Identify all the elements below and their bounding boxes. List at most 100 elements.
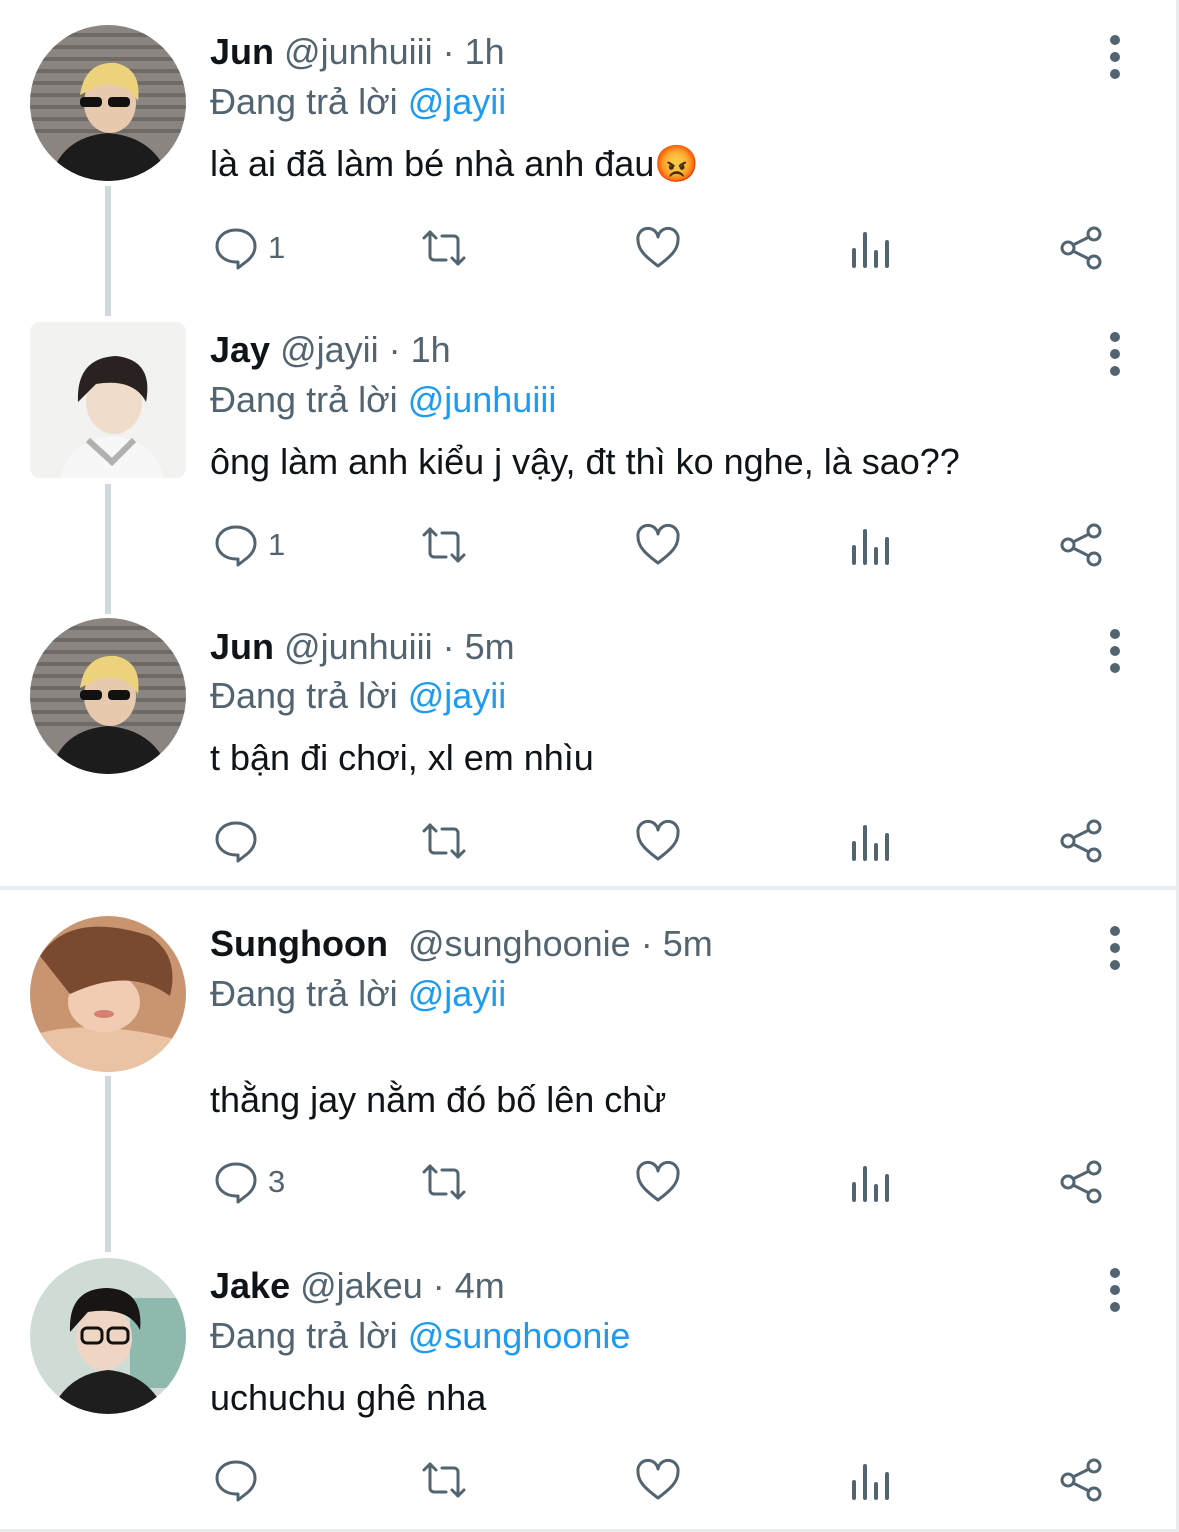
mention-link[interactable]: @jayii	[408, 973, 507, 1014]
reply-button[interactable]	[212, 1450, 268, 1510]
reply-button[interactable]: 1	[212, 218, 285, 278]
timestamp[interactable]: · 5m	[641, 923, 713, 964]
tweet-actions: 1	[0, 218, 1179, 278]
more-options-icon[interactable]	[1104, 629, 1126, 680]
retweet-button[interactable]	[420, 1152, 468, 1212]
views-icon	[852, 1166, 889, 1202]
tweet-item[interactable]: Jay @jayii · 1h Đang trả lời @junhuiii ô…	[0, 300, 1179, 598]
share-icon	[1060, 1160, 1102, 1204]
more-options-icon[interactable]	[1104, 926, 1126, 977]
reply-count: 1	[268, 230, 286, 265]
avatar[interactable]	[30, 618, 186, 774]
share-button[interactable]	[1058, 1152, 1106, 1212]
timestamp[interactable]: · 1h	[389, 329, 451, 370]
like-button[interactable]	[634, 218, 682, 278]
tweet-actions: 3	[0, 1152, 1179, 1212]
more-options-icon[interactable]	[1104, 1268, 1126, 1319]
tweet-item[interactable]: Sunghoon @sunghoonie · 5m Đang trả lời @…	[0, 890, 1179, 1250]
reply-button[interactable]: 1	[212, 515, 285, 575]
like-button[interactable]	[634, 1450, 682, 1510]
replying-to-label: Đang trả lời	[210, 1315, 398, 1356]
tweet-actions	[0, 1450, 1179, 1510]
views-icon	[852, 529, 889, 565]
views-button[interactable]	[846, 1450, 894, 1510]
like-icon	[636, 1458, 680, 1500]
tweet-text: t bận đi chơi, xl em nhìu	[210, 737, 594, 778]
reply-button[interactable]: 3	[212, 1152, 285, 1212]
retweet-button[interactable]	[420, 218, 468, 278]
retweet-icon	[422, 1164, 466, 1200]
replying-to-label: Đang trả lời	[210, 973, 398, 1014]
mention-link[interactable]: @junhuiii	[408, 379, 557, 420]
like-icon	[636, 226, 680, 268]
views-button[interactable]	[846, 515, 894, 575]
like-icon	[636, 1160, 680, 1202]
tweet-text: thằng jay nằm đó bố lên chừ	[210, 1079, 667, 1120]
timestamp[interactable]: · 1h	[443, 31, 505, 72]
like-button[interactable]	[634, 515, 682, 575]
views-button[interactable]	[846, 218, 894, 278]
like-icon	[636, 819, 680, 861]
more-options-icon[interactable]	[1104, 35, 1126, 86]
avatar[interactable]	[30, 916, 186, 1072]
user-handle[interactable]: @junhuiii	[284, 626, 433, 667]
share-button[interactable]	[1058, 218, 1106, 278]
display-name[interactable]: Sunghoon	[210, 923, 388, 964]
user-handle[interactable]: @jayii	[280, 329, 379, 370]
views-icon	[852, 1464, 889, 1500]
share-button[interactable]	[1058, 811, 1106, 871]
tweet-item[interactable]: Jake @jakeu · 4m Đang trả lời @sunghooni…	[0, 1250, 1179, 1532]
display-name[interactable]: Jun	[210, 626, 274, 667]
like-button[interactable]	[634, 1152, 682, 1212]
avatar[interactable]	[30, 25, 186, 181]
user-handle[interactable]: @jakeu	[300, 1265, 423, 1306]
reply-icon	[215, 821, 257, 863]
retweet-button[interactable]	[420, 1450, 468, 1510]
share-icon	[1060, 523, 1102, 567]
views-button[interactable]	[846, 1152, 894, 1212]
tweet-text: là ai đã làm bé nhà anh đau😡	[210, 143, 700, 184]
tweet-actions: 1	[0, 515, 1179, 575]
display-name[interactable]: Jay	[210, 329, 270, 370]
avatar[interactable]	[30, 322, 186, 478]
user-handle[interactable]: @sunghoonie	[408, 923, 631, 964]
tweet-item[interactable]: Jun @junhuiii · 5m Đang trả lời @jayii t…	[0, 598, 1179, 886]
tweet-actions	[0, 811, 1179, 871]
reply-button[interactable]	[212, 811, 268, 871]
avatar[interactable]	[30, 1258, 186, 1414]
tweet-text: uchuchu ghê nha	[210, 1377, 487, 1418]
reply-icon	[215, 525, 257, 567]
timestamp[interactable]: · 5m	[443, 626, 515, 667]
replying-to-label: Đang trả lời	[210, 81, 398, 122]
retweet-button[interactable]	[420, 515, 468, 575]
retweet-button[interactable]	[420, 811, 468, 871]
like-button[interactable]	[634, 811, 682, 871]
mention-link[interactable]: @jayii	[408, 675, 507, 716]
display-name[interactable]: Jake	[210, 1265, 290, 1306]
retweet-icon	[422, 527, 466, 563]
like-icon	[636, 523, 680, 565]
reply-icon	[215, 1162, 257, 1204]
share-icon	[1060, 1458, 1102, 1502]
views-icon	[852, 232, 889, 268]
retweet-icon	[422, 823, 466, 859]
more-options-icon[interactable]	[1104, 332, 1126, 383]
reply-count: 1	[268, 527, 286, 562]
timestamp[interactable]: · 4m	[433, 1265, 505, 1306]
mention-link[interactable]: @sunghoonie	[408, 1315, 631, 1356]
tweet-item[interactable]: Jun @junhuiii · 1h Đang trả lời @jayii l…	[0, 0, 1179, 300]
retweet-icon	[422, 230, 466, 266]
share-button[interactable]	[1058, 515, 1106, 575]
views-button[interactable]	[846, 811, 894, 871]
replying-to-label: Đang trả lời	[210, 675, 398, 716]
reply-count: 3	[268, 1164, 286, 1199]
retweet-icon	[422, 1462, 466, 1498]
mention-link[interactable]: @jayii	[408, 81, 507, 122]
tweet-text: ông làm anh kiểu j vậy, đt thì ko nghe, …	[210, 441, 960, 482]
reply-icon	[215, 1460, 257, 1502]
views-icon	[852, 825, 889, 861]
reply-icon	[215, 228, 257, 270]
share-button[interactable]	[1058, 1450, 1106, 1510]
display-name[interactable]: Jun	[210, 31, 274, 72]
user-handle[interactable]: @junhuiii	[284, 31, 433, 72]
